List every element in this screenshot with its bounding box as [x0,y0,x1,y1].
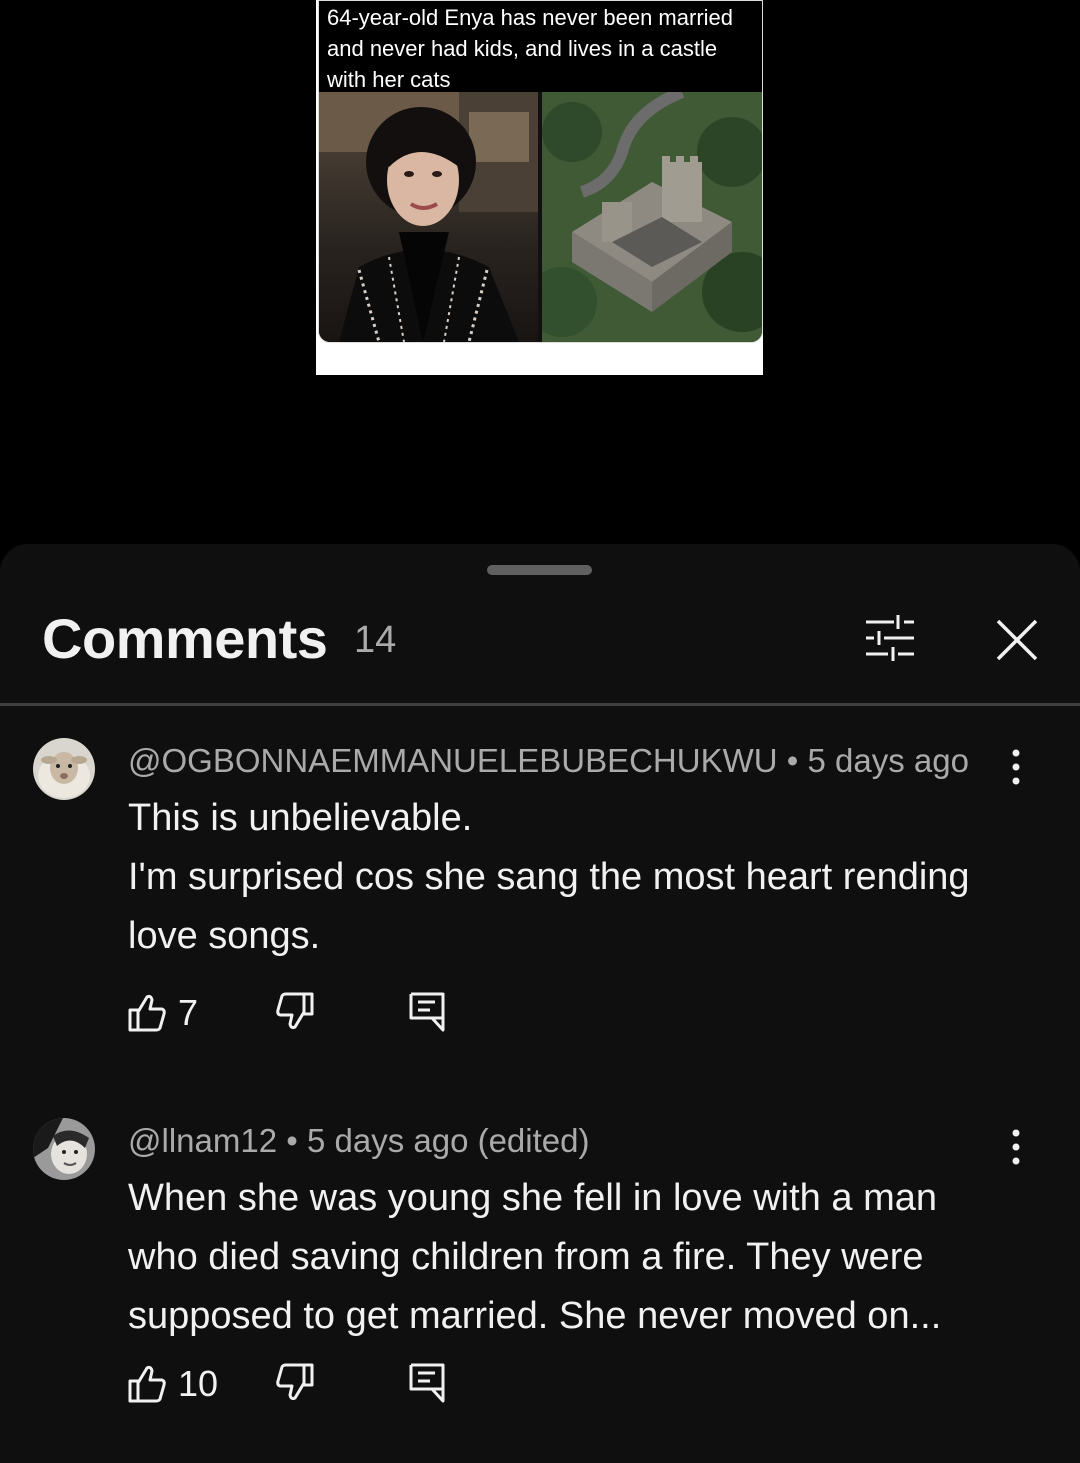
close-icon [996,619,1038,661]
portrait-photo [319,92,538,342]
like-button[interactable]: 7 [128,989,198,1037]
dislike-button[interactable] [276,991,316,1033]
comment-time: • 5 days ago [777,742,969,779]
close-button[interactable] [992,616,1042,664]
drag-handle[interactable] [487,565,592,575]
thumbs-down-icon [276,1363,314,1401]
like-count: 10 [178,1363,219,1404]
thumbs-up-icon [128,1365,166,1403]
comments-count: 14 [354,619,397,661]
comment-text: When she was young she fell in love with… [128,1169,1008,1346]
reply-button[interactable] [408,1362,448,1404]
like-button[interactable]: 10 [128,1360,218,1408]
avatar[interactable] [33,1118,95,1180]
thumbs-up-icon [128,994,166,1032]
comment-meta: @llnam12 • 5 days ago (edited) [128,1122,589,1160]
comment-text: This is unbelievable. I'm surprised cos … [128,789,1008,966]
reply-button[interactable] [408,991,448,1033]
comment-actions: 10 [128,1360,488,1408]
comment-more-button[interactable] [1000,744,1032,790]
reply-comment-icon [409,992,445,1032]
like-count: 7 [178,992,199,1033]
comment-line: When she was young she fell in love with… [128,1177,942,1337]
comment-line: I'm surprised cos she sang the most hear… [128,856,970,957]
comment-meta: @OGBONNAEMMANUELEBUBECHUKWU • 5 days ago [128,742,969,780]
comments-title: Comments [42,607,328,670]
dislike-button[interactable] [276,1362,316,1404]
sort-filter-button[interactable] [860,612,920,664]
more-vert-icon [1012,749,1020,785]
video-player[interactable]: 64-year-old Enya has never been married … [0,0,1080,545]
comment-actions: 7 [128,989,488,1037]
sort-filter-icon [866,615,914,661]
comment-time: • 5 days ago (edited) [277,1122,590,1159]
comment-more-button[interactable] [1000,1124,1032,1170]
meme-card: 64-year-old Enya has never been married … [318,0,763,343]
reply-comment-icon [409,1363,445,1403]
comment-author[interactable]: @llnam12 [128,1122,277,1159]
comments-sheet: Comments 14 @OGBONNAEMMANUELEBUBECHUKWU … [0,544,1080,1463]
header-divider [0,703,1080,706]
comment-line: This is unbelievable. [128,797,473,839]
avatar[interactable] [33,738,95,800]
castle-aerial-photo [542,92,762,342]
video-thumbnail: 64-year-old Enya has never been married … [316,0,763,375]
comment-author[interactable]: @OGBONNAEMMANUELEBUBECHUKWU [128,742,778,779]
meme-caption: 64-year-old Enya has never been married … [327,5,734,92]
thumbs-down-icon [276,992,314,1030]
more-vert-icon [1012,1129,1020,1165]
